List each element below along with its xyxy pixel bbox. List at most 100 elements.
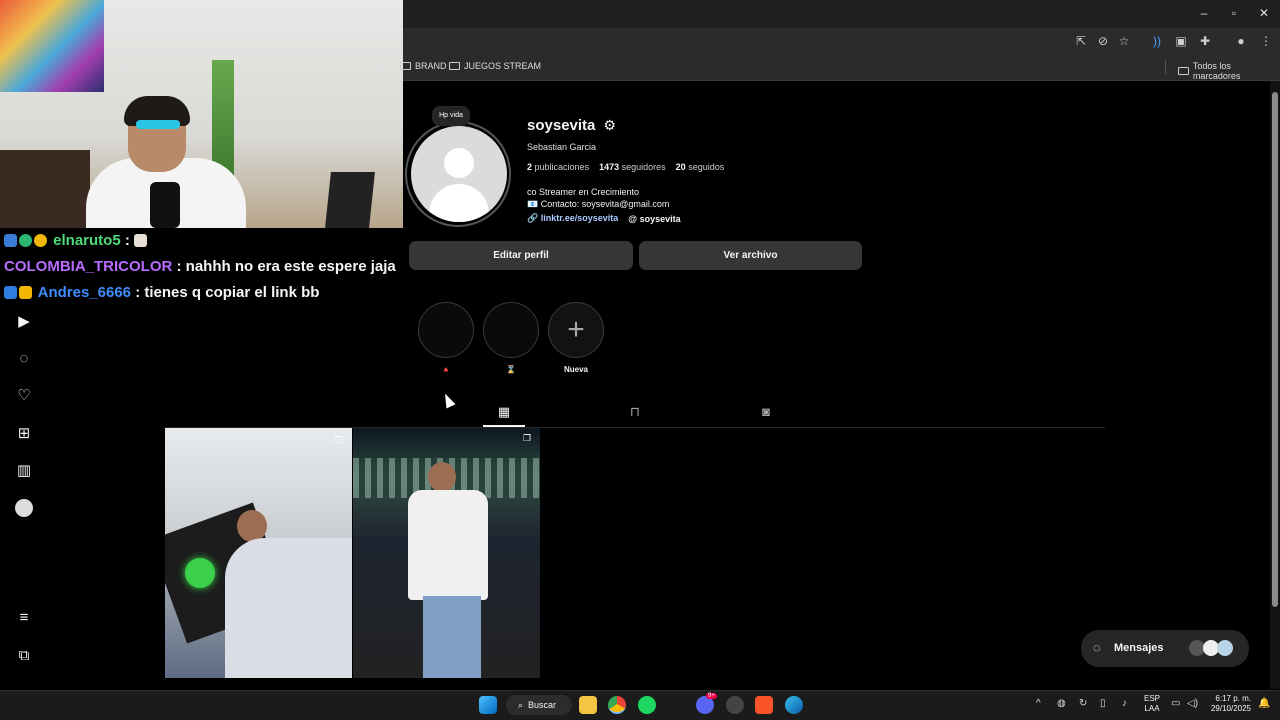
settings-gear-icon[interactable]: ⚙ [603, 117, 616, 134]
bookmark-divider [1165, 60, 1166, 74]
app-icon[interactable] [726, 696, 744, 714]
dashboard-icon[interactable]: ▥ [15, 462, 33, 480]
post-thumbnail[interactable]: ❐ [165, 428, 352, 678]
also-from-meta-icon[interactable]: ⧉ [15, 647, 33, 665]
lang-layout: LAA [1144, 704, 1160, 713]
chat-badge-icon [4, 286, 17, 299]
edge-icon[interactable] [785, 696, 803, 714]
scrollbar-thumb[interactable] [1272, 92, 1278, 607]
bookmark-star-icon[interactable]: ☆ [1116, 34, 1132, 48]
webcam-overlay [0, 0, 403, 228]
profile-avatar[interactable] [411, 126, 507, 222]
language-indicator[interactable]: ESP LAA [1144, 694, 1160, 714]
all-bookmarks-label: Todos los marcadores [1192, 61, 1241, 81]
messages-label: Mensajes [1114, 642, 1164, 654]
clock-date: 29/10/2025 [1210, 704, 1251, 713]
minimize-icon[interactable]: – [1196, 6, 1212, 20]
chat-badge-icon [19, 286, 32, 299]
carousel-icon: ❐ [523, 433, 532, 443]
more-menu-icon[interactable]: ≡ [15, 609, 33, 627]
new-highlight-button[interactable]: + [548, 302, 604, 358]
chat-message: COLOMBIA_TRICOLOR : nahhh no era este es… [4, 258, 396, 275]
taskbar-search-label: Buscar [528, 700, 557, 710]
chat-message: elnaruto5 : [4, 232, 149, 249]
profile-stats: 2 publicaciones 1473 seguidores 20 segui… [527, 162, 724, 172]
highlight-label: 🔺 [441, 365, 451, 374]
clock[interactable]: 6:17 p. m. 29/10/2025 [1205, 694, 1251, 714]
chat-text: nahhh no era este espere jaja [185, 258, 396, 275]
bookmark-brand[interactable]: BRAND [400, 61, 447, 71]
highlight-label: Nueva [563, 365, 588, 374]
avatar-placeholder-head [444, 148, 474, 178]
search-icon: ⌕ [518, 699, 524, 710]
story-highlight[interactable] [483, 302, 539, 358]
file-explorer-icon[interactable] [579, 696, 597, 714]
brave-icon[interactable] [755, 696, 773, 714]
network-icon[interactable]: ▭ [1171, 698, 1180, 709]
couch [0, 150, 90, 228]
edit-profile-button[interactable]: Editar perfil [409, 241, 633, 270]
stat-posts: 2 publicaciones [527, 162, 590, 172]
tray-sync-icon[interactable]: ↻ [1079, 698, 1087, 709]
notifications-bell-icon[interactable]: 🔔 [1258, 698, 1270, 709]
story-highlight[interactable] [418, 302, 474, 358]
microphone [150, 182, 180, 228]
clock-time: 6:17 p. m. [1215, 694, 1251, 703]
extension-audio-icon[interactable]: )) [1149, 34, 1165, 48]
tray-app-icon[interactable]: ◍ [1057, 698, 1066, 709]
spotify-icon[interactable] [638, 696, 656, 714]
install-app-icon[interactable]: ⇱ [1073, 34, 1089, 48]
tab-tagged-icon[interactable]: ◙ [758, 404, 774, 420]
profile-note[interactable]: Hp vida [432, 106, 470, 126]
chat-username: elnaruto5 [53, 232, 121, 249]
volume-icon[interactable]: ◁) [1187, 698, 1198, 709]
profile-avatar-icon[interactable] [15, 499, 33, 517]
profile-avatar-icon[interactable]: ● [1233, 34, 1249, 48]
stat-following[interactable]: 20 seguidos [676, 162, 725, 172]
streamer-glasses [136, 120, 180, 129]
plus-icon: + [567, 313, 585, 346]
threads-icon: @ [628, 213, 638, 224]
tab-saved-bookmark-icon[interactable]: ⊓ [627, 404, 643, 420]
browser-titlebar [403, 0, 1280, 28]
windows-start-icon[interactable] [479, 696, 497, 714]
bookmark-juegos-stream[interactable]: JUEGOS STREAM [449, 61, 541, 71]
wall-painting [0, 0, 104, 92]
extension-icon[interactable]: ▣ [1173, 34, 1189, 48]
tray-chevron-icon[interactable]: ^ [1036, 698, 1041, 709]
tray-device-icon[interactable]: ▯ [1100, 698, 1106, 709]
reels-icon[interactable]: ▶ [15, 313, 33, 331]
folder-icon [400, 62, 411, 70]
tray-mic-icon[interactable]: ♪ [1122, 698, 1127, 709]
linktree-link[interactable]: 🔗 linktr.ee/soysevita [527, 213, 618, 224]
menu-kebab-icon[interactable]: ⋮ [1258, 34, 1274, 48]
tab-posts-grid-icon[interactable]: ▦ [496, 404, 512, 420]
threads-link[interactable]: @ soysevita [628, 214, 680, 224]
person-jeans [423, 596, 481, 678]
blanket [225, 538, 352, 678]
post-thumbnail[interactable]: ❐ [353, 428, 540, 678]
all-bookmarks[interactable]: Todos los marcadores [1178, 61, 1280, 81]
profile-full-name: Sebastian Garcia [527, 142, 597, 152]
chrome-icon[interactable] [608, 696, 626, 714]
extensions-puzzle-icon[interactable]: ✚ [1197, 34, 1213, 48]
profile-username: soysevita [527, 117, 596, 134]
chat-username: COLOMBIA_TRICOLOR [4, 258, 173, 275]
messenger-icon[interactable]: ◌ [15, 350, 33, 368]
tracking-off-icon[interactable]: ⊘ [1095, 34, 1111, 48]
avatar-placeholder-body [429, 184, 489, 222]
monitor [325, 172, 375, 228]
taskbar-search[interactable]: ⌕ Buscar [506, 695, 572, 715]
highlight-label: ⌛ [506, 365, 516, 374]
notifications-heart-icon[interactable]: ♡ [15, 387, 33, 405]
messages-button[interactable]: ◌ Mensajes [1081, 630, 1249, 667]
folder-icon [449, 62, 460, 70]
create-plus-icon[interactable]: ⊞ [15, 425, 33, 443]
bookmark-label: JUEGOS STREAM [464, 61, 542, 71]
person-shirt [408, 490, 488, 600]
close-icon[interactable]: ✕ [1256, 6, 1272, 20]
maximize-icon[interactable]: ▫ [1226, 6, 1242, 20]
stat-followers[interactable]: 1473 seguidores [599, 162, 666, 172]
chat-message: Andres_6666 : tienes q copiar el link bb [4, 284, 319, 301]
view-archive-button[interactable]: Ver archivo [639, 241, 862, 270]
